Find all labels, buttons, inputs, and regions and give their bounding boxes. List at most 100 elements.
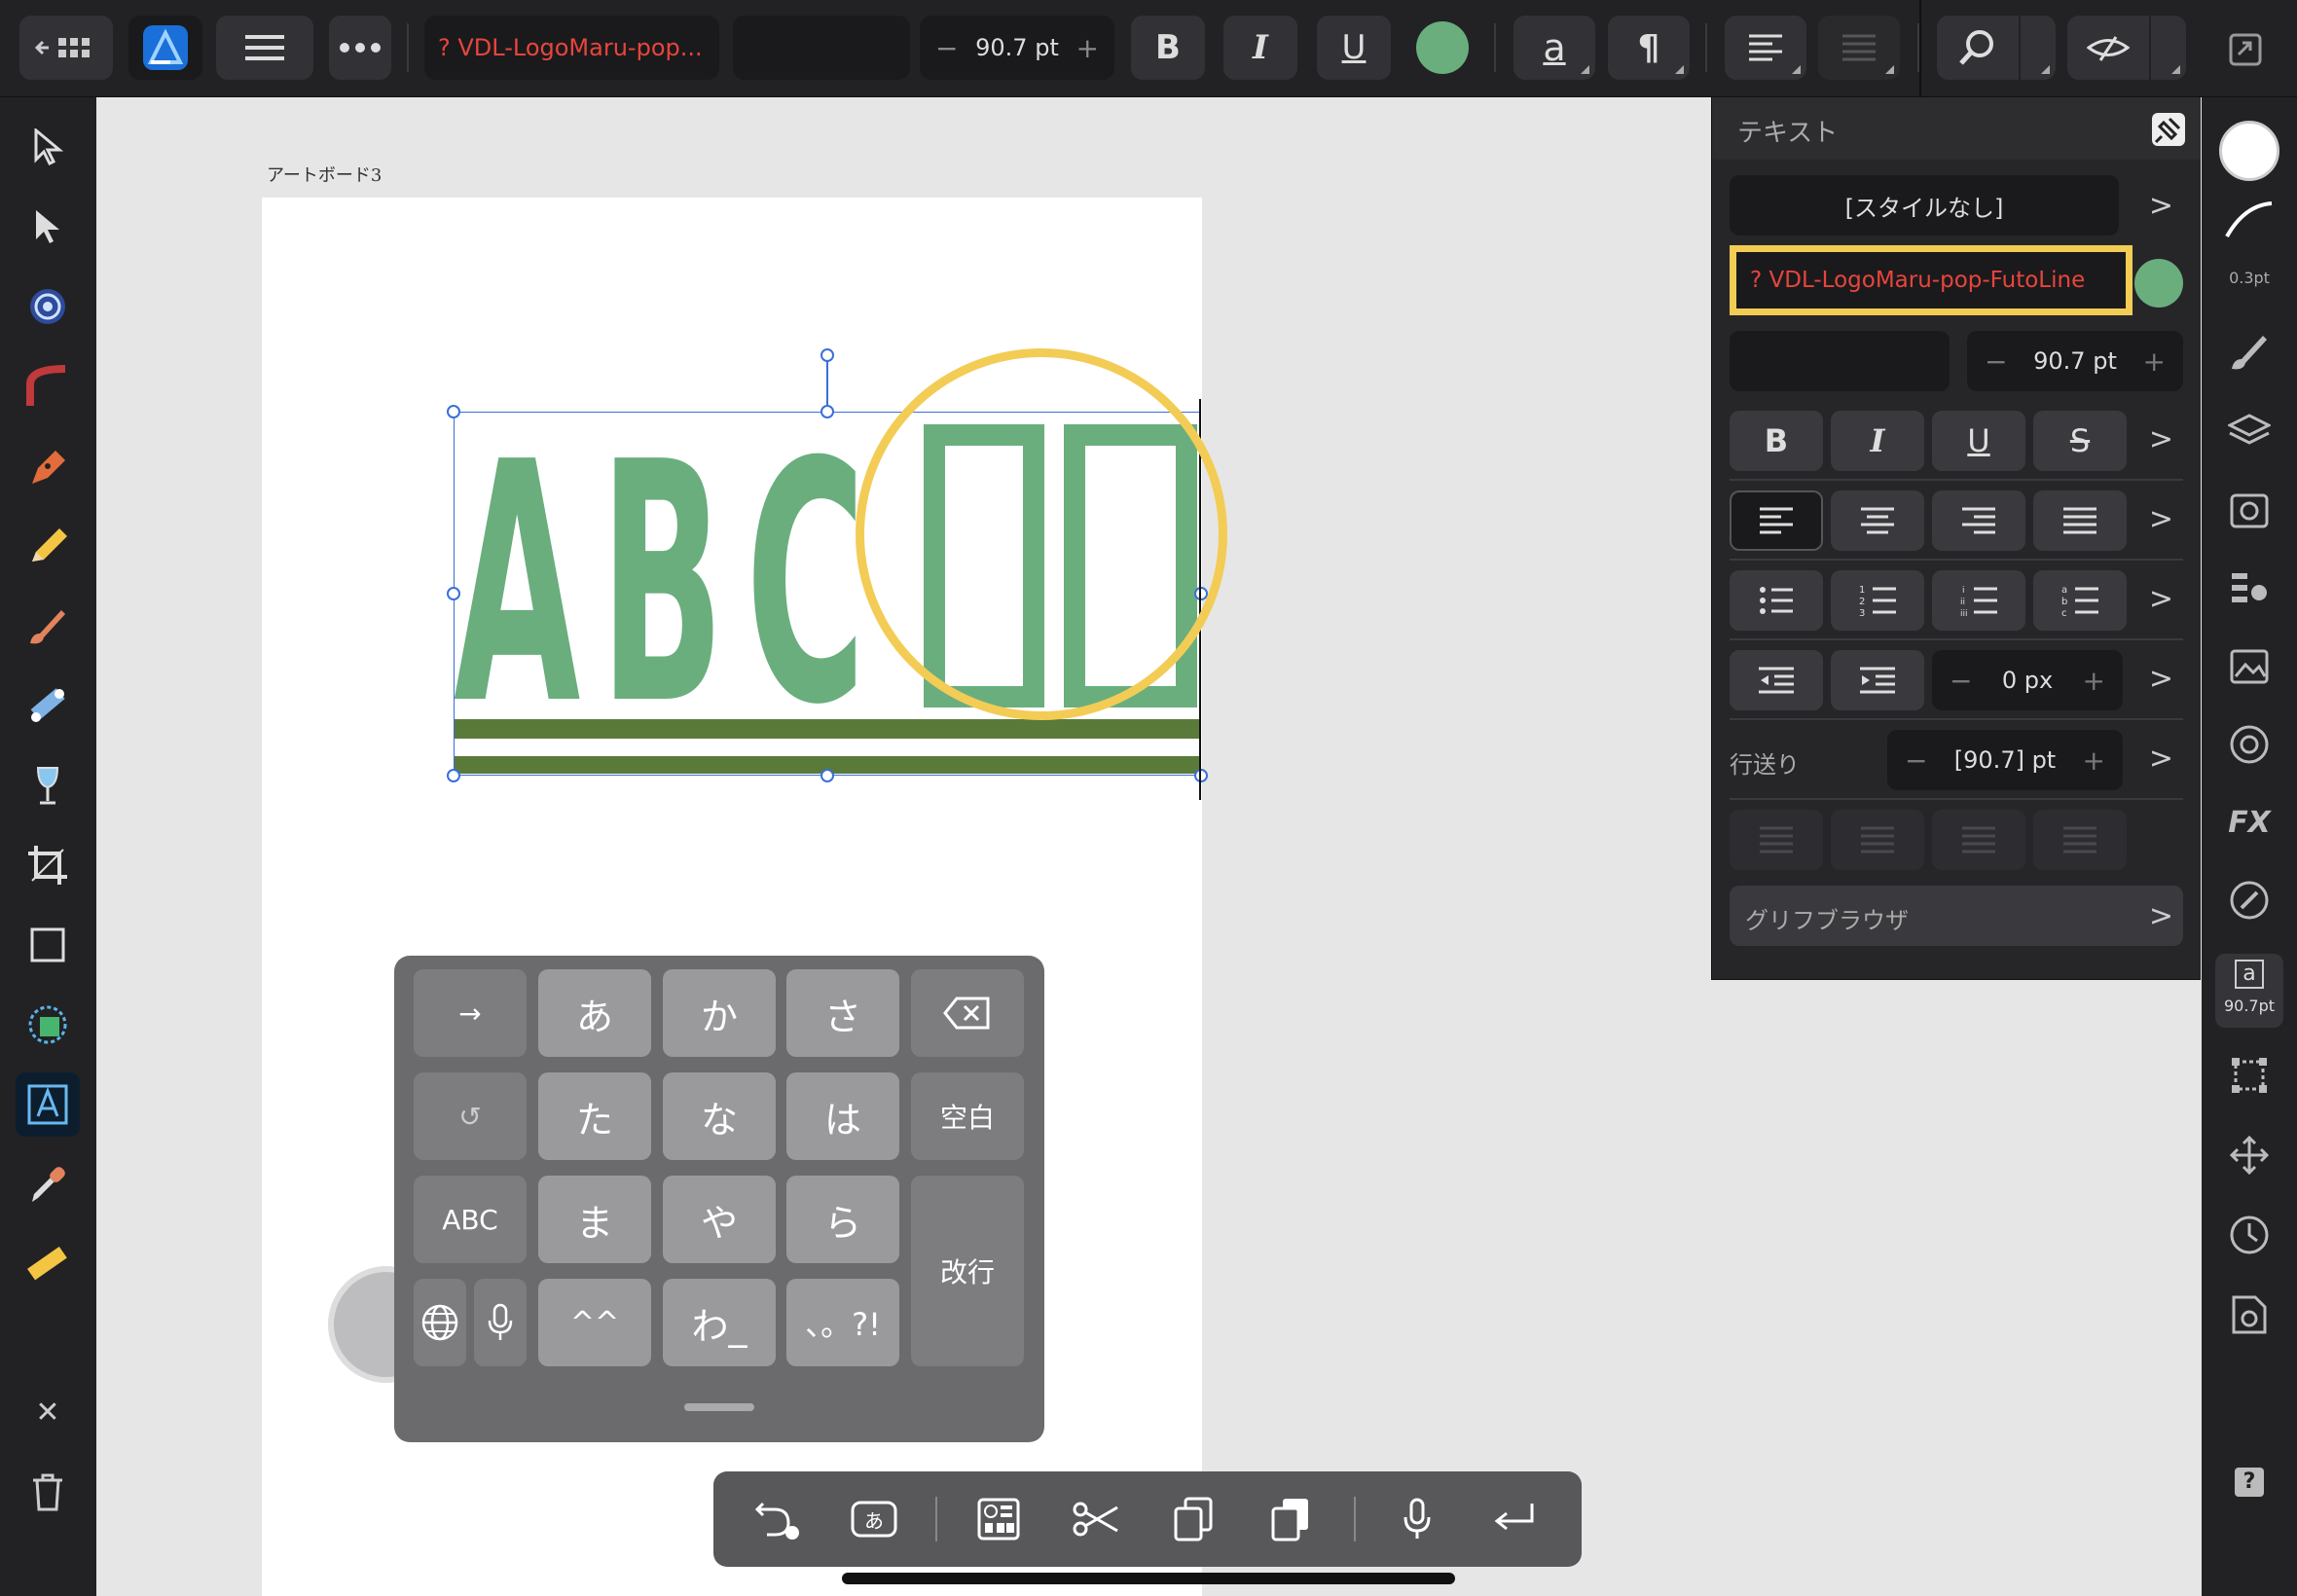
vertical-align-button[interactable] [1818, 16, 1900, 80]
document-settings-button[interactable] [2221, 1287, 2278, 1343]
view-options-button[interactable] [2151, 16, 2186, 80]
text-style-selector[interactable]: [スタイルなし] [1730, 175, 2119, 236]
indent-stepper[interactable]: − 0 px + [1932, 650, 2123, 710]
format-chevron-icon[interactable]: > [2149, 422, 2173, 456]
bold-button[interactable]: B [1131, 16, 1205, 80]
key-sa[interactable]: さ [786, 969, 899, 1057]
node-tool[interactable] [16, 195, 80, 259]
increase-size-button[interactable]: + [1076, 32, 1099, 64]
move-tool[interactable] [16, 115, 80, 179]
leading-stepper[interactable]: − [90.7] pt + [1887, 730, 2123, 790]
keyboard-drag-handle[interactable] [684, 1403, 754, 1411]
close-button[interactable]: ✕ [16, 1380, 80, 1444]
handle-top-left[interactable] [447, 405, 460, 418]
text-panel-button[interactable]: a 90.7pt [2215, 954, 2283, 1028]
styles-panel-button[interactable] [2221, 561, 2278, 617]
measure-tool[interactable] [16, 1232, 80, 1296]
font-family-field[interactable]: ? VDL-LogoMaru-pop-FutoLine [1730, 245, 2133, 315]
align-right-button[interactable] [1932, 490, 2025, 551]
zoom-button[interactable] [1937, 16, 2019, 80]
font-color-swatch[interactable] [2134, 259, 2183, 308]
strikethrough-button[interactable]: S [2033, 411, 2127, 471]
effects-panel-button[interactable]: FX [2221, 794, 2278, 851]
cut-button[interactable] [1072, 1495, 1120, 1543]
decrease-indent-value-button[interactable]: − [1950, 665, 1972, 697]
vertical-align-bottom-button[interactable] [1932, 810, 2025, 870]
key-delete[interactable] [911, 969, 1024, 1057]
leading-chevron-icon[interactable]: > [2149, 742, 2173, 776]
transform-panel-button[interactable] [2221, 1047, 2278, 1104]
decrease-indent-button[interactable] [1730, 650, 1823, 710]
text-color-swatch[interactable] [1416, 21, 1469, 74]
rectangle-tool[interactable] [16, 913, 80, 977]
decrease-size-button[interactable]: − [935, 32, 958, 64]
handle-bottom-left[interactable] [447, 769, 460, 782]
key-return[interactable]: 改行 [911, 1176, 1024, 1366]
input-mode-button[interactable]: あ [850, 1495, 898, 1543]
undo-shortcut-button[interactable] [752, 1495, 801, 1543]
corner-tool[interactable] [16, 354, 80, 418]
pencil-tool[interactable] [16, 514, 80, 578]
numbered-list-button[interactable]: 123 [1831, 570, 1924, 631]
back-to-documents-button[interactable] [19, 16, 113, 80]
fill-tool[interactable] [16, 673, 80, 738]
key-ra[interactable]: ら [786, 1176, 899, 1263]
vertical-justify-button[interactable] [2033, 810, 2127, 870]
paragraph-panel-button[interactable]: ¶ [1608, 16, 1690, 80]
assets-panel-button[interactable] [2221, 638, 2278, 695]
align-center-button[interactable] [1831, 490, 1924, 551]
font-style-field[interactable] [733, 16, 910, 80]
layers-panel-button[interactable] [2221, 403, 2278, 459]
pin-button[interactable] [2152, 113, 2185, 146]
shape-builder-tool[interactable] [16, 993, 80, 1057]
increase-leading-button[interactable]: + [2083, 744, 2105, 777]
alignment-chevron-icon[interactable]: > [2149, 502, 2173, 536]
indent-chevron-icon[interactable]: > [2149, 662, 2173, 696]
return-shortcut-button[interactable] [1490, 1495, 1539, 1543]
symbols-button[interactable] [974, 1495, 1023, 1543]
transparency-panel-button[interactable] [2221, 872, 2278, 928]
character-panel-button[interactable]: a [1513, 16, 1595, 80]
navigator-panel-button[interactable] [2221, 1127, 2278, 1183]
menu-button[interactable] [216, 16, 313, 80]
key-na[interactable]: な [663, 1072, 776, 1160]
view-mode-button[interactable] [2067, 16, 2149, 80]
align-left-button[interactable] [1730, 490, 1823, 551]
key-ya[interactable]: や [663, 1176, 776, 1263]
key-ha[interactable]: は [786, 1072, 899, 1160]
key-dictation[interactable] [474, 1279, 527, 1366]
letter-list-button[interactable]: abc [2033, 570, 2127, 631]
key-space[interactable]: 空白 [911, 1072, 1024, 1160]
pen-tool[interactable] [16, 434, 80, 498]
glyph-browser-button[interactable]: グリフブラウザ > [1730, 886, 2183, 946]
vertical-align-top-button[interactable] [1730, 810, 1823, 870]
bullet-list-button[interactable] [1730, 570, 1823, 631]
align-left-button[interactable] [1725, 16, 1806, 80]
key-a[interactable]: あ [538, 969, 651, 1057]
help-button[interactable]: ? [2235, 1468, 2264, 1497]
decrease-leading-button[interactable]: − [1905, 744, 1927, 777]
vertical-align-center-button[interactable] [1831, 810, 1924, 870]
designer-persona-button[interactable] [128, 16, 202, 80]
key-punctuation[interactable]: 、。?! [786, 1279, 899, 1366]
zoom-options-button[interactable] [2021, 16, 2056, 80]
fill-color-well[interactable] [2219, 121, 2279, 181]
history-panel-button[interactable] [2221, 1207, 2278, 1263]
key-ta[interactable]: た [538, 1072, 651, 1160]
bold-button[interactable]: B [1730, 411, 1823, 471]
copy-button[interactable] [1169, 1495, 1218, 1543]
lists-chevron-icon[interactable]: > [2149, 582, 2173, 616]
key-globe[interactable] [414, 1279, 466, 1366]
font-family-field[interactable]: ? VDL-LogoMaru-pop... [424, 16, 719, 80]
handle-bottom[interactable] [820, 769, 834, 782]
handle-bottom-right[interactable] [1194, 769, 1208, 782]
crop-tool[interactable] [16, 833, 80, 897]
fullscreen-button[interactable] [2229, 33, 2262, 66]
rotation-handle[interactable] [820, 348, 834, 362]
underline-button[interactable]: U [1317, 16, 1391, 80]
increase-indent-button[interactable] [1831, 650, 1924, 710]
key-undo[interactable]: ↺ [414, 1072, 527, 1160]
key-ma[interactable]: ま [538, 1176, 651, 1263]
paste-button[interactable] [1266, 1495, 1315, 1543]
key-wa[interactable]: わ_ [663, 1279, 776, 1366]
